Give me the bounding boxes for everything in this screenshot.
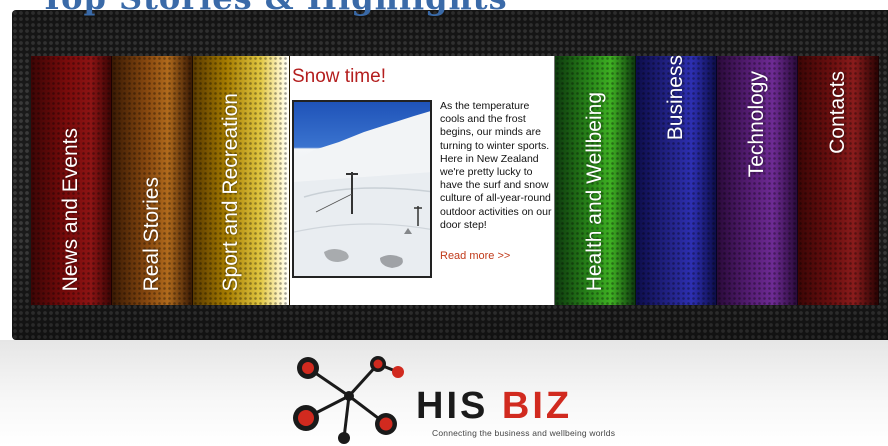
panel-business[interactable]: Business	[636, 55, 717, 305]
category-accordion: News and Events Real Stories Sport and R…	[31, 55, 879, 305]
panel-sport-and-recreation[interactable]: Sport and Recreation	[193, 56, 290, 305]
panel-real-stories[interactable]: Real Stories	[112, 56, 193, 305]
wordmark-text: HIS BIZ	[416, 388, 572, 422]
panel-contacts[interactable]: Contacts	[798, 56, 879, 305]
site-footer: HIS BIZ Connecting the business and well…	[0, 340, 888, 446]
panel-label: Health and Wellbeing	[583, 91, 606, 291]
panel-label: Technology	[745, 71, 768, 178]
featured-story-title[interactable]: Snow time!	[292, 66, 386, 88]
panel-label: Business	[664, 55, 687, 141]
panel-technology[interactable]: Technology	[717, 56, 798, 305]
read-more-link[interactable]: Read more >>	[440, 250, 510, 262]
panel-label: Real Stories	[140, 176, 163, 291]
ski-field-photo[interactable]	[292, 100, 432, 278]
panel-label: Sport and Recreation	[219, 92, 242, 291]
featured-story-body: As the temperature cools and the frost b…	[440, 100, 552, 231]
network-nodes-logo-icon	[293, 356, 404, 444]
panel-label: News and Events	[59, 127, 82, 291]
snow-mountain-icon	[294, 111, 430, 276]
hisbiz-wordmark: HIS BIZ	[416, 388, 572, 422]
panel-label: Contacts	[826, 71, 849, 154]
featured-story: Snow time! As the temperature cools and …	[290, 56, 555, 305]
page-heading: Top Stories & Highlights	[0, 0, 888, 16]
logo-tagline: Connecting the business and wellbeing wo…	[432, 428, 616, 438]
panel-news-and-events[interactable]: News and Events	[31, 56, 112, 305]
panel-health-and-wellbeing[interactable]: Health and Wellbeing	[555, 56, 636, 305]
